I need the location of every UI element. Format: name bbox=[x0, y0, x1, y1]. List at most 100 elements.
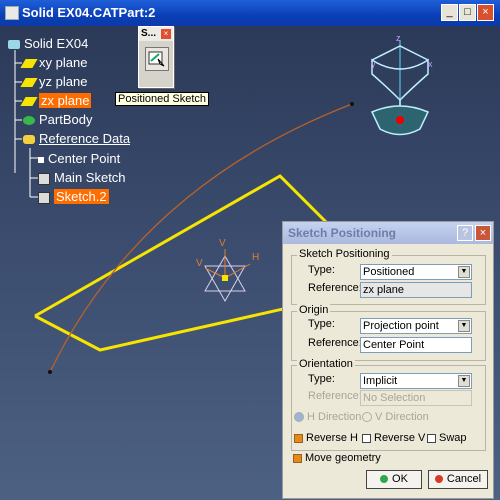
plane-icon bbox=[20, 78, 38, 88]
body-icon bbox=[23, 116, 35, 126]
reference-label: Reference: bbox=[308, 282, 362, 294]
origin-reference-field[interactable]: Center Point bbox=[360, 337, 472, 353]
positioning-type-select[interactable]: Positioned ▼ bbox=[360, 264, 472, 280]
radio-icon bbox=[362, 412, 372, 423]
sketch-icon bbox=[38, 191, 50, 204]
tree-item-reference-data[interactable]: Reference Data bbox=[23, 130, 130, 147]
chevron-down-icon[interactable]: ▼ bbox=[458, 320, 470, 332]
sketch-positioning-dialog: Sketch Positioning ? × Sketch Positionin… bbox=[282, 221, 494, 499]
sketcher-palette[interactable]: S... × bbox=[138, 26, 174, 88]
compass-z-label: z bbox=[396, 33, 401, 43]
orientation-type-select[interactable]: Implicit ▼ bbox=[360, 373, 472, 389]
tree-label: PartBody bbox=[39, 112, 93, 127]
dialog-close-button[interactable]: × bbox=[475, 225, 491, 241]
tree-label: Sketch.2 bbox=[54, 189, 109, 204]
group-label: Orientation bbox=[297, 358, 355, 370]
move-geometry-checkbox[interactable]: Move geometry bbox=[293, 452, 381, 464]
title-bar[interactable]: Solid EX04.CATPart:2 _ □ × bbox=[0, 0, 500, 26]
app-icon bbox=[5, 6, 19, 20]
checkbox-icon bbox=[294, 433, 303, 443]
minimize-button[interactable]: _ bbox=[441, 4, 458, 21]
compass-icon[interactable] bbox=[370, 40, 430, 136]
tree-label: Solid EX04 bbox=[24, 36, 89, 51]
swap-checkbox[interactable]: Swap bbox=[427, 432, 467, 444]
tree-item-main-sketch[interactable]: Main Sketch bbox=[38, 169, 126, 186]
v-direction-radio[interactable]: V Direction bbox=[362, 411, 429, 423]
reverse-v-checkbox[interactable]: Reverse V bbox=[362, 432, 425, 444]
axis-v-label: V bbox=[219, 238, 226, 249]
option-label: V Direction bbox=[375, 411, 429, 423]
cancel-icon bbox=[434, 475, 443, 484]
part-icon bbox=[8, 40, 20, 50]
button-label: OK bbox=[392, 473, 408, 485]
positioned-sketch-button[interactable] bbox=[145, 47, 169, 71]
option-label: Move geometry bbox=[305, 452, 381, 464]
reference-label: Reference: bbox=[308, 337, 362, 349]
tree-label: Main Sketch bbox=[54, 170, 126, 185]
select-value: Implicit bbox=[363, 375, 398, 387]
help-button[interactable]: ? bbox=[457, 225, 473, 241]
option-label: Reverse V bbox=[374, 432, 426, 444]
select-value: Projection point bbox=[363, 320, 439, 332]
positioning-reference-field[interactable]: zx plane bbox=[360, 282, 472, 298]
axis-h-label: H bbox=[252, 252, 260, 263]
origin-group: Origin Type: Projection point ▼ Referenc… bbox=[291, 304, 486, 361]
sketch-positioning-group: Sketch Positioning Type: Positioned ▼ Re… bbox=[291, 248, 486, 305]
tree-label: yz plane bbox=[39, 74, 88, 89]
tree-label: Reference Data bbox=[39, 131, 131, 146]
option-label: Swap bbox=[439, 432, 467, 444]
compass-x-label: x bbox=[428, 59, 433, 69]
tree-item-partbody[interactable]: PartBody bbox=[23, 111, 92, 128]
option-label: Reverse H bbox=[306, 432, 358, 444]
type-label: Type: bbox=[308, 264, 335, 276]
maximize-button[interactable]: □ bbox=[459, 4, 476, 21]
curve-endpoint[interactable] bbox=[350, 102, 354, 106]
group-label: Origin bbox=[297, 304, 331, 316]
axis-v-label: V bbox=[196, 258, 203, 269]
catia-window: Solid EX04.CATPart:2 _ □ × z y x V H V S… bbox=[0, 0, 500, 500]
type-label: Type: bbox=[308, 318, 335, 330]
tree-item-zx-plane[interactable]: zx plane bbox=[20, 92, 92, 109]
orientation-group: Orientation Type: Implicit ▼ Reference: … bbox=[291, 358, 486, 451]
chevron-down-icon[interactable]: ▼ bbox=[458, 375, 470, 387]
palette-close-button[interactable]: × bbox=[161, 29, 171, 39]
origin-type-select[interactable]: Projection point ▼ bbox=[360, 318, 472, 334]
cancel-button[interactable]: Cancel bbox=[428, 470, 488, 489]
checkbox-icon bbox=[427, 433, 436, 443]
group-label: Sketch Positioning bbox=[297, 248, 392, 260]
ok-icon bbox=[380, 475, 389, 484]
plane-icon bbox=[20, 59, 38, 69]
reference-icon bbox=[23, 135, 35, 145]
reverse-h-checkbox[interactable]: Reverse H bbox=[294, 432, 358, 444]
option-label: H Direction bbox=[307, 411, 362, 423]
tree-item-sketch-2[interactable]: Sketch.2 bbox=[38, 188, 109, 205]
select-value: Positioned bbox=[363, 266, 415, 278]
close-button[interactable]: × bbox=[477, 4, 494, 21]
chevron-down-icon[interactable]: ▼ bbox=[458, 266, 470, 278]
tree-item-solid-ex04[interactable]: Solid EX04 bbox=[8, 35, 88, 52]
tree-label: Center Point bbox=[48, 151, 121, 166]
orientation-reference-field[interactable]: No Selection bbox=[360, 390, 472, 406]
curve-endpoint[interactable] bbox=[48, 370, 52, 374]
tree-label: xy plane bbox=[39, 55, 88, 70]
sketch-icon bbox=[38, 172, 50, 185]
button-label: Cancel bbox=[446, 473, 482, 485]
tree-item-xy-plane[interactable]: xy plane bbox=[20, 54, 88, 71]
plane-icon bbox=[20, 97, 38, 107]
sketch-axis-marker bbox=[204, 249, 251, 303]
tree-item-center-point[interactable]: Center Point bbox=[38, 150, 120, 167]
checkbox-icon bbox=[293, 453, 302, 463]
positioned-sketch-icon bbox=[148, 51, 165, 67]
compass-y-label: y bbox=[371, 59, 376, 69]
positioned-sketch-tooltip: Positioned Sketch bbox=[115, 92, 210, 106]
h-direction-radio[interactable]: H Direction bbox=[294, 411, 361, 423]
tree-item-yz-plane[interactable]: yz plane bbox=[20, 73, 88, 90]
tree-label: zx plane bbox=[39, 93, 92, 108]
checkbox-icon bbox=[362, 433, 371, 443]
reference-label: Reference: bbox=[308, 390, 362, 402]
type-label: Type: bbox=[308, 373, 335, 385]
ok-button[interactable]: OK bbox=[366, 470, 422, 489]
radio-icon bbox=[294, 412, 304, 423]
point-icon bbox=[38, 156, 44, 163]
window-title: Solid EX04.CATPart:2 bbox=[22, 5, 156, 20]
